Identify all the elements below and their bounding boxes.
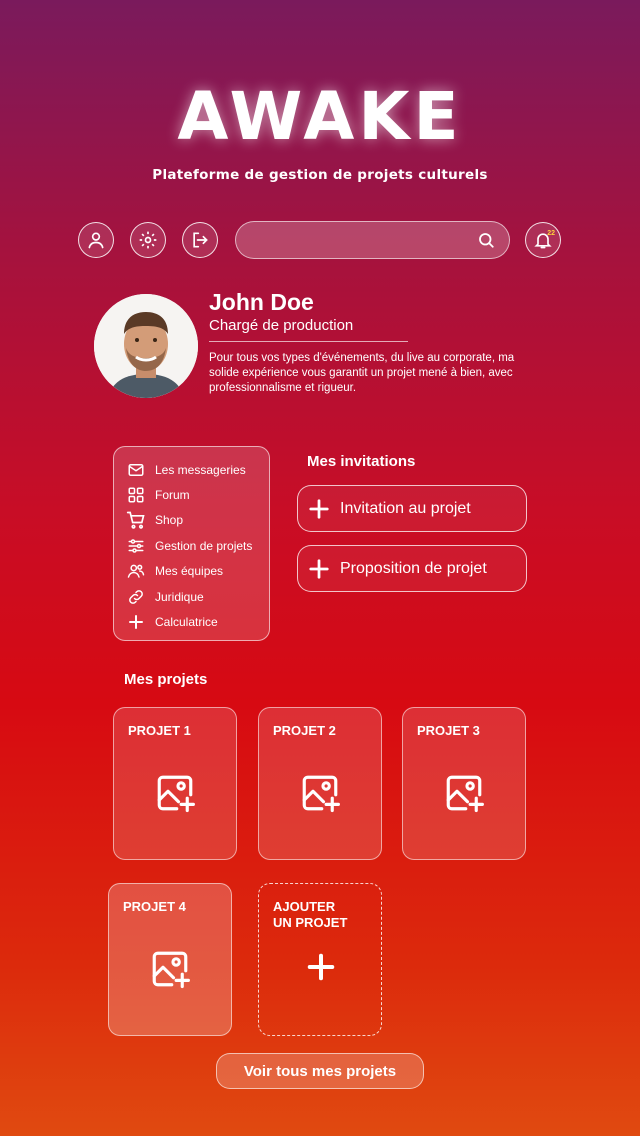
add-image-icon: [302, 775, 340, 813]
plus-icon: [126, 612, 146, 632]
proposition-button-label: Proposition de projet: [340, 559, 487, 577]
projects-title: Mes projets: [124, 671, 208, 688]
menu-item-equipes[interactable]: Mes équipes: [126, 559, 269, 584]
profile-bio: Pour tous vos types d'événements, du liv…: [209, 352, 515, 394]
add-image-icon: [157, 775, 195, 813]
notifications-button[interactable]: 22: [525, 222, 561, 258]
logout-button[interactable]: [182, 222, 218, 258]
menu-item-forum[interactable]: Forum: [126, 482, 269, 507]
profile-button[interactable]: [78, 222, 114, 258]
proposition-button[interactable]: Proposition de projet: [297, 545, 527, 592]
menu-item-label: Forum: [155, 488, 190, 503]
menu-item-label: Les messageries: [155, 462, 246, 477]
menu-item-label: Mes équipes: [155, 564, 224, 579]
search-input[interactable]: [235, 221, 510, 259]
grid-icon: [126, 485, 146, 505]
menu-item-gestion-projets[interactable]: Gestion de projets: [126, 533, 269, 558]
notification-count-badge: 22: [547, 230, 555, 237]
add-image-icon: [152, 951, 190, 989]
cart-icon: [126, 510, 146, 530]
project-title: PROJET 1: [128, 723, 191, 738]
invitations-title: Mes invitations: [307, 453, 416, 470]
project-card[interactable]: PROJET 1: [113, 707, 237, 860]
settings-button[interactable]: [130, 222, 166, 258]
project-title: PROJET 2: [273, 723, 336, 738]
team-icon: [126, 561, 146, 581]
plus-icon: [307, 953, 335, 981]
menu-item-shop[interactable]: Shop: [126, 508, 269, 533]
project-card[interactable]: PROJET 2: [258, 707, 382, 860]
profile-divider: [209, 341, 408, 342]
plus-icon: [309, 498, 329, 519]
project-card[interactable]: PROJET 3: [402, 707, 526, 860]
menu-item-messageries[interactable]: Les messageries: [126, 457, 269, 482]
mail-icon: [126, 460, 146, 480]
app-tagline: Plateforme de gestion de projets culture…: [152, 167, 488, 183]
invitation-button-label: Invitation au projet: [340, 499, 471, 517]
user-icon: [88, 232, 104, 249]
app-logo: AWAKE: [177, 78, 463, 155]
menu-item-label: Shop: [155, 513, 184, 528]
profile-name: John Doe: [209, 289, 314, 315]
plus-icon: [309, 558, 329, 579]
project-card[interactable]: PROJET 4: [108, 883, 232, 1036]
sliders-icon: [126, 536, 146, 556]
gear-icon: [139, 231, 157, 249]
project-title: PROJET 3: [417, 723, 480, 738]
invitation-button[interactable]: Invitation au projet: [297, 485, 527, 532]
add-image-icon: [446, 775, 484, 813]
profile-role: Chargé de production: [209, 317, 354, 334]
add-project-title: AJOUTER UN PROJET: [273, 899, 348, 930]
side-menu: Les messageries Forum Shop Gestion de pr…: [113, 446, 270, 641]
menu-item-label: Gestion de projets: [155, 538, 253, 553]
menu-item-label: Calculatrice: [155, 615, 218, 630]
avatar: [94, 294, 198, 398]
see-all-projects-button[interactable]: Voir tous mes projets: [216, 1053, 424, 1089]
search-icon[interactable]: [477, 231, 495, 254]
add-project-card[interactable]: AJOUTER UN PROJET: [258, 883, 382, 1036]
menu-item-juridique[interactable]: Juridique: [126, 584, 269, 609]
link-icon: [126, 587, 146, 607]
menu-item-label: Juridique: [155, 589, 204, 604]
project-title: PROJET 4: [123, 899, 186, 914]
logout-icon: [193, 232, 208, 248]
menu-item-calculatrice[interactable]: Calculatrice: [126, 609, 269, 634]
